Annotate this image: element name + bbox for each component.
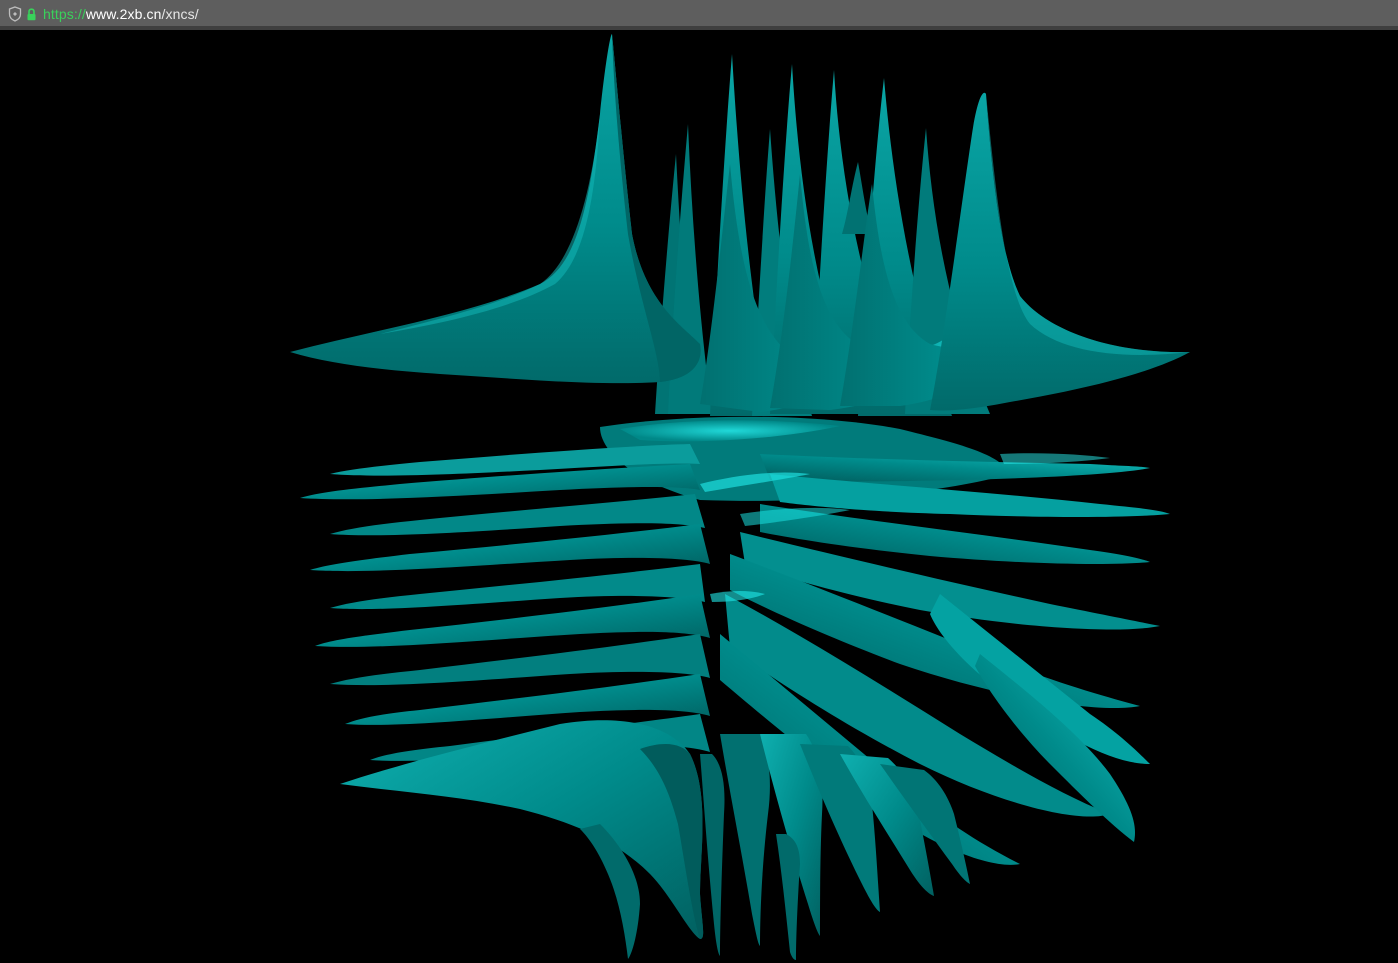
shield-icon[interactable]	[8, 6, 22, 22]
url-path[interactable]: /xncs/	[162, 6, 199, 22]
url-row[interactable]: https://www.2xb.cn/xncs/	[8, 5, 199, 23]
url-host[interactable]: www.2xb.cn	[86, 6, 162, 22]
address-bar[interactable]: https://www.2xb.cn/xncs/	[0, 0, 1398, 30]
upper-spike-right	[930, 92, 1190, 411]
lower-fins-left	[300, 444, 710, 761]
surface-render	[290, 34, 1190, 960]
webgl-canvas[interactable]	[0, 34, 1398, 963]
lock-icon	[27, 7, 36, 20]
url-scheme[interactable]: https://	[43, 6, 86, 22]
upper-spike-left	[290, 34, 701, 384]
